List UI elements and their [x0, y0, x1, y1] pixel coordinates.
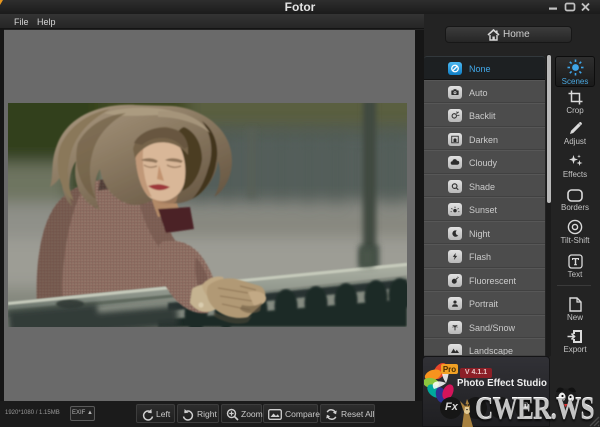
svg-text:Pro: Pro [443, 365, 456, 374]
